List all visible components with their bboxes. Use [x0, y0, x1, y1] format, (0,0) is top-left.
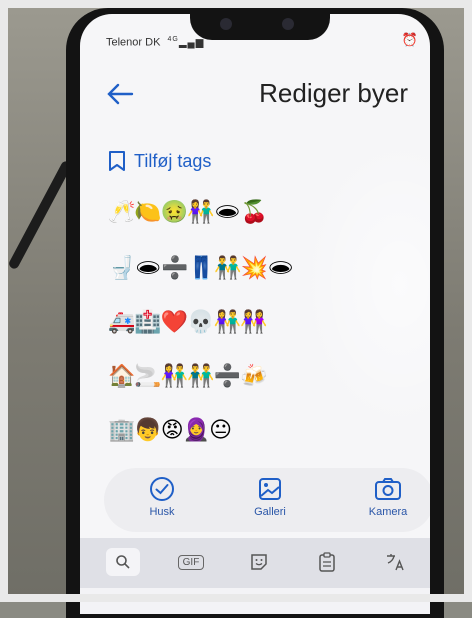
keyboard-search-button[interactable] — [106, 548, 140, 576]
keyboard-sticker-button[interactable] — [242, 548, 276, 576]
keyboard-suggestion-strip — [80, 588, 430, 614]
front-camera-icon — [220, 18, 232, 30]
note-line[interactable]: 🥂🍋🤢👫🕳🍒 — [108, 200, 268, 225]
signal-icon: 4G▂▄▆ — [167, 36, 205, 49]
light-glare — [300, 134, 430, 434]
note-line[interactable]: 🚽🕳➗👖👬💥🕳 — [108, 256, 295, 281]
keyboard-toolbar: GIF — [80, 538, 430, 588]
note-line[interactable]: 🏢👦😡🧕😐 — [108, 418, 232, 443]
galleri-button[interactable]: Galleri — [230, 474, 310, 518]
husk-label: Husk — [149, 506, 175, 518]
alarm-icon: ⏰ — [401, 32, 418, 47]
keyboard-translate-button[interactable] — [378, 548, 412, 576]
clipboard-icon — [319, 552, 335, 572]
camera-icon — [375, 478, 401, 500]
husk-button[interactable]: Husk — [122, 474, 202, 518]
phone-screen: Telenor DK 4G▂▄▆ ⏰ Rediger byer Tilføj t… — [80, 14, 430, 614]
add-tags-label: Tilføj tags — [134, 150, 212, 171]
add-tags-button[interactable]: Tilføj tags — [108, 150, 211, 172]
action-bar: Husk Galleri Kamera — [104, 468, 430, 532]
translate-icon — [387, 554, 404, 571]
keyboard-gif-button[interactable]: GIF — [174, 548, 208, 576]
sticker-icon — [251, 554, 267, 570]
status-bar: Telenor DK 4G▂▄▆ — [106, 36, 204, 48]
note-line[interactable]: 🚑🏥❤️💀👫👭 — [108, 310, 267, 335]
kamera-label: Kamera — [368, 506, 408, 518]
image-icon — [259, 478, 281, 500]
keyboard-clipboard-button[interactable] — [310, 548, 344, 576]
notch — [190, 14, 330, 40]
back-arrow-icon[interactable] — [104, 78, 136, 110]
search-icon — [116, 555, 130, 569]
kamera-button[interactable]: Kamera — [348, 474, 428, 518]
galleri-label: Galleri — [254, 506, 286, 518]
carrier-name: Telenor DK — [106, 36, 161, 49]
bookmark-icon — [109, 151, 125, 171]
gif-icon: GIF — [177, 554, 205, 570]
check-circle-icon — [150, 477, 174, 501]
page-title: Rediger byer — [259, 78, 408, 108]
front-camera-icon — [282, 18, 294, 30]
note-line[interactable]: 🏠🚬👫👬➗🍻 — [108, 364, 267, 389]
